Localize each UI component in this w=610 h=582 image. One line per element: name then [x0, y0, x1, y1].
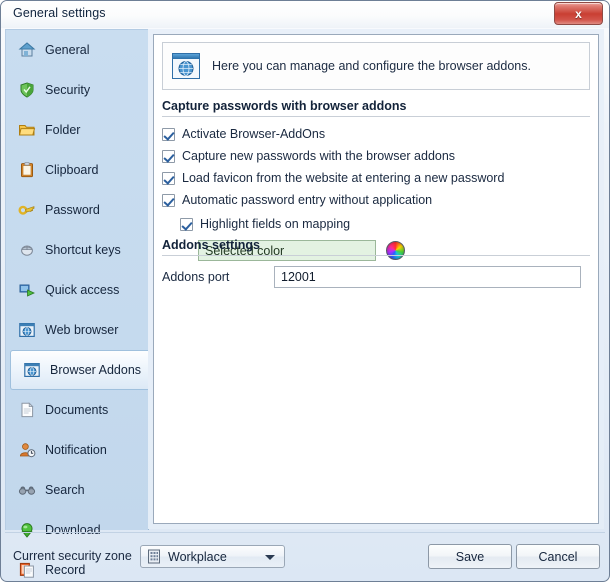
title-bar: General settings x: [1, 1, 609, 28]
checkbox-capture-new-passwords-with-the-bro[interactable]: [162, 149, 175, 163]
sidebar-item-label: Browser Addons: [50, 363, 142, 377]
globe-window-icon: [23, 361, 41, 379]
save-button[interactable]: Save: [428, 544, 512, 569]
sidebar-item-label: Shortcut keys: [45, 243, 121, 257]
checkbox-row: Automatic password entry without applica…: [162, 189, 590, 211]
download-icon: [18, 521, 36, 539]
record-copy-icon: [18, 561, 36, 579]
sidebar-item-label: Password: [45, 203, 100, 217]
security-zone-value: Workplace: [168, 549, 227, 564]
sidebar-item-label: Security: [45, 83, 91, 97]
sidebar-item-label: Download: [45, 523, 101, 537]
highlight-fields-label: Highlight fields on mapping: [200, 217, 351, 231]
checkbox-automatic-password-entry-without-a[interactable]: [162, 193, 175, 207]
info-banner: Here you can manage and configure the br…: [162, 42, 590, 90]
addons-settings-group: Addons settings Addons port 12001: [162, 238, 590, 288]
sidebar-item-label: Folder: [45, 123, 81, 137]
checkbox-label: Activate Browser-AddOns: [182, 127, 326, 141]
divider: [162, 116, 590, 117]
shield-icon: [18, 81, 36, 99]
checkbox-label: Load favicon from the website at enterin…: [182, 171, 505, 185]
checkbox-load-favicon-from-the-website-at-e[interactable]: [162, 171, 175, 185]
browser-globe-icon: [172, 53, 200, 79]
highlight-fields-checkbox[interactable]: [180, 217, 193, 231]
content-inner: Here you can manage and configure the br…: [153, 34, 599, 524]
binoculars-icon: [18, 481, 36, 499]
checkbox-row: Activate Browser-AddOns: [162, 123, 590, 145]
globe-window-icon: [18, 321, 36, 339]
mouse-icon: [18, 241, 36, 259]
sidebar-item-label: Documents: [45, 403, 109, 417]
close-button[interactable]: x: [554, 2, 603, 25]
user-clock-icon: [18, 441, 36, 459]
sidebar-item-label: Notification: [45, 443, 107, 457]
sidebar-item-web-browser[interactable]: Web browser: [6, 310, 148, 350]
sidebar-item-clipboard[interactable]: Clipboard: [6, 150, 148, 190]
addons-port-value: 12001: [281, 270, 316, 284]
checkbox-activate-browser-addons[interactable]: [162, 127, 175, 141]
capture-passwords-group: Capture passwords with browser addons Ac…: [162, 99, 590, 261]
building-icon: [148, 549, 160, 564]
sidebar-item-general[interactable]: General: [6, 30, 148, 70]
checkbox-label: Automatic password entry without applica…: [182, 193, 433, 207]
capture-group-title: Capture passwords with browser addons: [162, 99, 407, 113]
footer-divider: [5, 532, 605, 533]
sidebar-item-label: Record: [45, 563, 86, 577]
sidebar-item-folder[interactable]: Folder: [6, 110, 148, 150]
checkbox-row: Capture new passwords with the browser a…: [162, 145, 590, 167]
folder-icon: [18, 121, 36, 139]
sidebar-item-label: General: [45, 43, 90, 57]
sidebar-item-download[interactable]: Download: [6, 510, 148, 550]
sidebar-item-security[interactable]: Security: [6, 70, 148, 110]
close-icon: x: [575, 6, 582, 21]
sidebar-item-label: Web browser: [45, 323, 119, 337]
sidebar-item-shortcut-keys[interactable]: Shortcut keys: [6, 230, 148, 270]
checkbox-label: Capture new passwords with the browser a…: [182, 149, 456, 163]
cancel-button[interactable]: Cancel: [516, 544, 600, 569]
sidebar-item-notification[interactable]: Notification: [6, 430, 148, 470]
addons-port-label: Addons port: [162, 270, 230, 284]
sidebar-item-label: Search: [45, 483, 85, 497]
chevron-down-icon: [265, 555, 275, 560]
divider: [162, 255, 590, 256]
sidebar: General Security Folder Clipboard Password Sh…: [5, 29, 152, 578]
home-icon: [18, 41, 36, 59]
content-panel: Here you can manage and configure the br…: [148, 29, 604, 529]
info-text: Here you can manage and configure the br…: [212, 59, 531, 73]
settings-window: General settings x General Security Folder…: [0, 0, 610, 582]
checkbox-row: Load favicon from the website at enterin…: [162, 167, 590, 189]
sidebar-item-label: Quick access: [45, 283, 120, 297]
clipboard-icon: [18, 161, 36, 179]
security-zone-dropdown[interactable]: Workplace: [140, 545, 285, 568]
addons-group-title: Addons settings: [162, 238, 260, 252]
document-icon: [18, 401, 36, 419]
addons-port-input[interactable]: 12001: [274, 266, 581, 288]
quick-access-icon: [18, 281, 36, 299]
window-title: General settings: [13, 6, 106, 20]
addons-port-row: Addons port 12001: [162, 266, 590, 288]
highlight-fields-row: Highlight fields on mapping: [180, 213, 590, 235]
security-zone-label: Current security zone: [13, 549, 132, 563]
sidebar-item-browser-addons[interactable]: Browser Addons: [10, 350, 152, 390]
sidebar-item-label: Clipboard: [45, 163, 99, 177]
sidebar-item-search[interactable]: Search: [6, 470, 148, 510]
sidebar-item-documents[interactable]: Documents: [6, 390, 148, 430]
sidebar-item-password[interactable]: Password: [6, 190, 148, 230]
key-icon: [18, 201, 36, 219]
sidebar-item-quick-access[interactable]: Quick access: [6, 270, 148, 310]
